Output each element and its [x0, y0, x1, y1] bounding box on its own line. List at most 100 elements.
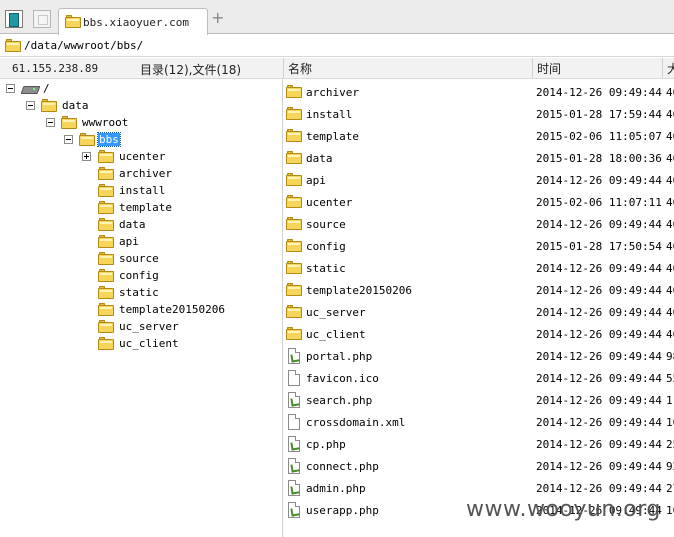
tree-node-child[interactable]: ucenter [82, 149, 242, 166]
file-row[interactable]: favicon.ico 2014-12-26 09:49:44 55 [283, 367, 674, 389]
tree-node-child[interactable]: template [82, 200, 242, 217]
file-row[interactable]: source 2014-12-26 09:49:44 40 [283, 213, 674, 235]
sidebar-toggle-icon[interactable] [5, 10, 23, 28]
file-time: 2014-12-26 09:49:44 [536, 394, 662, 407]
folder-icon [286, 85, 302, 98]
folder-icon [98, 252, 114, 265]
file-size: 27 [666, 482, 674, 495]
new-tab-button[interactable]: + [211, 10, 224, 26]
folder-icon [286, 195, 302, 208]
file-row[interactable]: api 2014-12-26 09:49:44 40 [283, 169, 674, 191]
folder-icon [286, 261, 302, 274]
tree-label: api [119, 235, 139, 248]
address-bar[interactable]: /data/wwwroot/bbs/ [0, 35, 674, 57]
file-row[interactable]: search.php 2014-12-26 09:49:44 1 [283, 389, 674, 411]
tree-label: source [119, 252, 159, 265]
file-time: 2014-12-26 09:49:44 [536, 218, 662, 231]
file-time: 2014-12-26 09:49:44 [536, 438, 662, 451]
file-time: 2014-12-26 09:49:44 [536, 416, 662, 429]
tree-node-child[interactable]: api [82, 234, 242, 251]
expand-toggle-icon[interactable] [82, 152, 91, 161]
folder-icon [5, 39, 21, 52]
file-list: archiver 2014-12-26 09:49:44 40 install 2015… [283, 79, 674, 537]
collapse-toggle-icon[interactable] [26, 101, 35, 110]
tree-node-child[interactable]: static [82, 285, 242, 302]
tree-node-child[interactable]: uc_server [82, 319, 242, 336]
file-size: 40 [666, 108, 674, 121]
tree-node-data[interactable]: data [26, 98, 116, 115]
file-size: 55 [666, 372, 674, 385]
file-row[interactable]: install 2015-01-28 17:59:44 40 [283, 103, 674, 125]
file-row[interactable]: config 2015-01-28 17:50:54 40 [283, 235, 674, 257]
tree-label: data [62, 99, 89, 112]
file-name: portal.php [306, 350, 373, 363]
file-size: 25 [666, 438, 674, 451]
column-header-time[interactable]: 时间 [532, 58, 662, 78]
file-name: favicon.ico [306, 372, 379, 385]
file-row[interactable]: uc_server 2014-12-26 09:49:44 40 [283, 301, 674, 323]
collapse-toggle-icon[interactable] [6, 84, 15, 93]
file-row[interactable]: connect.php 2014-12-26 09:49:44 92 [283, 455, 674, 477]
file-size: 40 [666, 152, 674, 165]
tree-label: install [119, 184, 166, 197]
folder-icon [79, 133, 95, 146]
tab-label: bbs.xiaoyuer.com [83, 16, 189, 29]
column-header-size[interactable]: 大 [662, 58, 674, 78]
file-size: 10 [666, 416, 674, 429]
file-row[interactable]: portal.php 2014-12-26 09:49:44 98 [283, 345, 674, 367]
file-name: template [306, 130, 359, 143]
folder-icon [61, 116, 77, 129]
tree-node-root[interactable]: / [6, 81, 86, 98]
file-time: 2015-01-28 18:00:36 [536, 152, 662, 165]
file-row[interactable]: static 2014-12-26 09:49:44 40 [283, 257, 674, 279]
file-row[interactable]: ucenter 2015-02-06 11:07:11 40 [283, 191, 674, 213]
tab-active[interactable]: bbs.xiaoyuer.com [58, 8, 208, 35]
tree-label: uc_client [119, 337, 179, 350]
tree-node-child[interactable]: data [82, 217, 242, 234]
tree-node-child[interactable]: uc_client [82, 336, 242, 353]
file-name: source [306, 218, 346, 231]
file-row[interactable]: template 2015-02-06 11:05:07 40 [283, 125, 674, 147]
tree-node-wwwroot[interactable]: wwwroot [46, 115, 156, 132]
drive-icon [22, 84, 38, 93]
file-name: uc_server [306, 306, 366, 319]
address-path[interactable]: /data/wwwroot/bbs/ [24, 39, 143, 52]
file-row[interactable]: uc_client 2014-12-26 09:49:44 40 [283, 323, 674, 345]
blank-page-icon[interactable] [33, 10, 51, 28]
tree-node-child[interactable]: source [82, 251, 242, 268]
folder-icon [98, 184, 114, 197]
folder-icon [98, 286, 114, 299]
file-time: 2014-12-26 09:49:44 [536, 482, 662, 495]
file-size: 40 [666, 218, 674, 231]
list-header: 61.155.238.89 目录(12),文件(18) 名称 时间 大 [0, 58, 674, 79]
file-name: install [306, 108, 353, 121]
column-header-name[interactable]: 名称 [283, 58, 532, 78]
php-file-icon [288, 392, 301, 408]
file-time: 2014-12-26 09:49:44 [536, 328, 662, 341]
file-row[interactable]: data 2015-01-28 18:00:36 40 [283, 147, 674, 169]
file-name: api [306, 174, 326, 187]
file-size: 92 [666, 460, 674, 473]
collapse-toggle-icon[interactable] [46, 118, 55, 127]
file-size: 40 [666, 284, 674, 297]
file-name: cp.php [306, 438, 346, 451]
file-row[interactable]: cp.php 2014-12-26 09:49:44 25 [283, 433, 674, 455]
collapse-toggle-icon[interactable] [64, 135, 73, 144]
file-time: 2015-02-06 11:05:07 [536, 130, 662, 143]
tree-node-child[interactable]: template20150206 [82, 302, 242, 319]
tree-node-bbs[interactable]: bbs [64, 132, 154, 149]
server-ip: 61.155.238.89 [12, 62, 99, 75]
tree-label: data [119, 218, 146, 231]
file-row[interactable]: admin.php 2014-12-26 09:49:44 27 [283, 477, 674, 499]
tree-node-child[interactable]: archiver [82, 166, 242, 183]
file-row[interactable]: crossdomain.xml 2014-12-26 09:49:44 10 [283, 411, 674, 433]
file-name: config [306, 240, 346, 253]
tree-node-child[interactable]: config [82, 268, 242, 285]
folder-icon [286, 239, 302, 252]
folder-icon [65, 15, 81, 28]
folder-icon [286, 327, 302, 340]
file-row[interactable]: template20150206 2014-12-26 09:49:44 40 [283, 279, 674, 301]
tree-node-child[interactable]: install [82, 183, 242, 200]
tree-label: ucenter [119, 150, 166, 163]
file-row[interactable]: archiver 2014-12-26 09:49:44 40 [283, 81, 674, 103]
